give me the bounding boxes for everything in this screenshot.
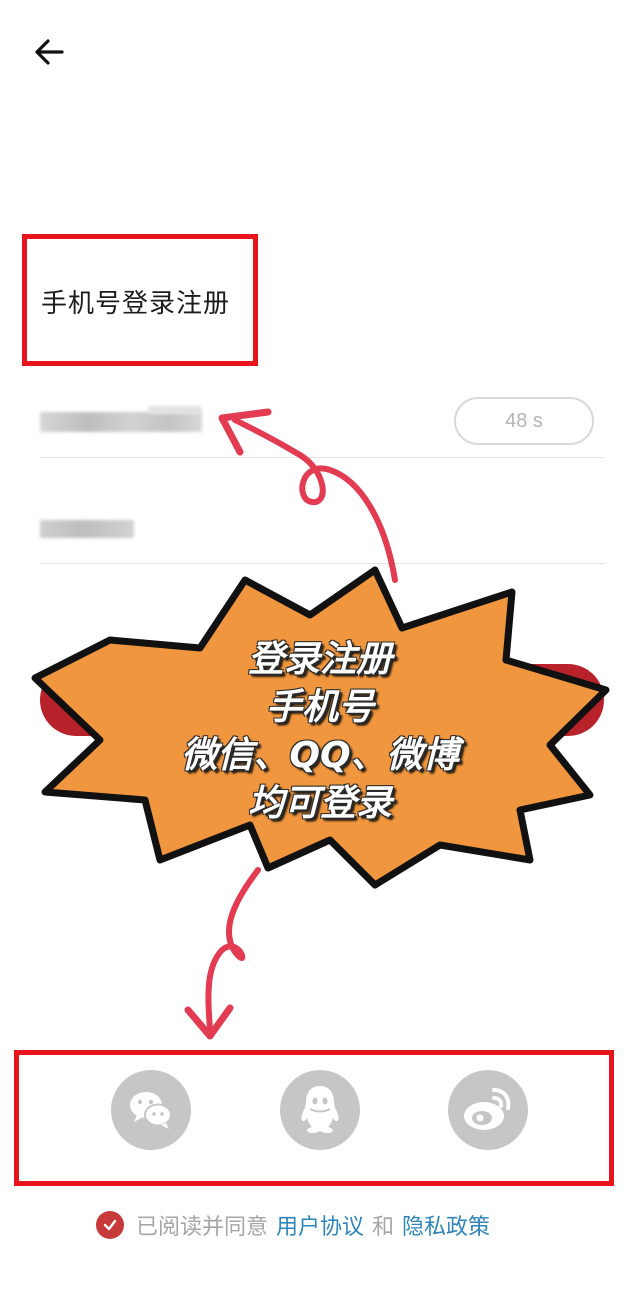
qq-icon xyxy=(301,1086,339,1134)
callout-line-2: 手机号 xyxy=(265,687,374,728)
wechat-login-button[interactable] xyxy=(111,1070,191,1150)
callout-line-1: 登录注册 xyxy=(247,639,392,680)
privacy-policy-link[interactable]: 隐私政策 xyxy=(402,1209,490,1241)
wechat-icon xyxy=(130,1092,172,1129)
code-value-blurred xyxy=(40,514,136,542)
phone-value-blurred xyxy=(40,404,204,434)
user-agreement-link[interactable]: 用户协议 xyxy=(276,1209,364,1241)
agreement-row: 已阅读并同意 用户协议 和 隐私政策 xyxy=(96,1208,490,1242)
send-code-countdown-button[interactable]: 48 s xyxy=(454,397,594,445)
qq-login-button[interactable] xyxy=(280,1070,360,1150)
callout-line-4: 均可登录 xyxy=(247,783,392,824)
check-icon xyxy=(103,1219,117,1231)
weibo-login-button[interactable] xyxy=(448,1070,528,1150)
back-button[interactable] xyxy=(28,30,72,74)
agreement-prefix: 已阅读并同意 xyxy=(136,1215,269,1240)
weibo-icon xyxy=(464,1088,511,1130)
callout-line-3: 微信、QQ、微博 xyxy=(181,735,459,776)
agreement-checkbox[interactable] xyxy=(96,1211,124,1239)
page-title: 手机号登录注册 xyxy=(41,289,231,319)
title-highlight-box: 手机号登录注册 xyxy=(22,234,258,366)
arrow-left-icon xyxy=(35,39,64,65)
agreement-and: 和 xyxy=(372,1215,395,1240)
phone-divider xyxy=(40,457,604,458)
